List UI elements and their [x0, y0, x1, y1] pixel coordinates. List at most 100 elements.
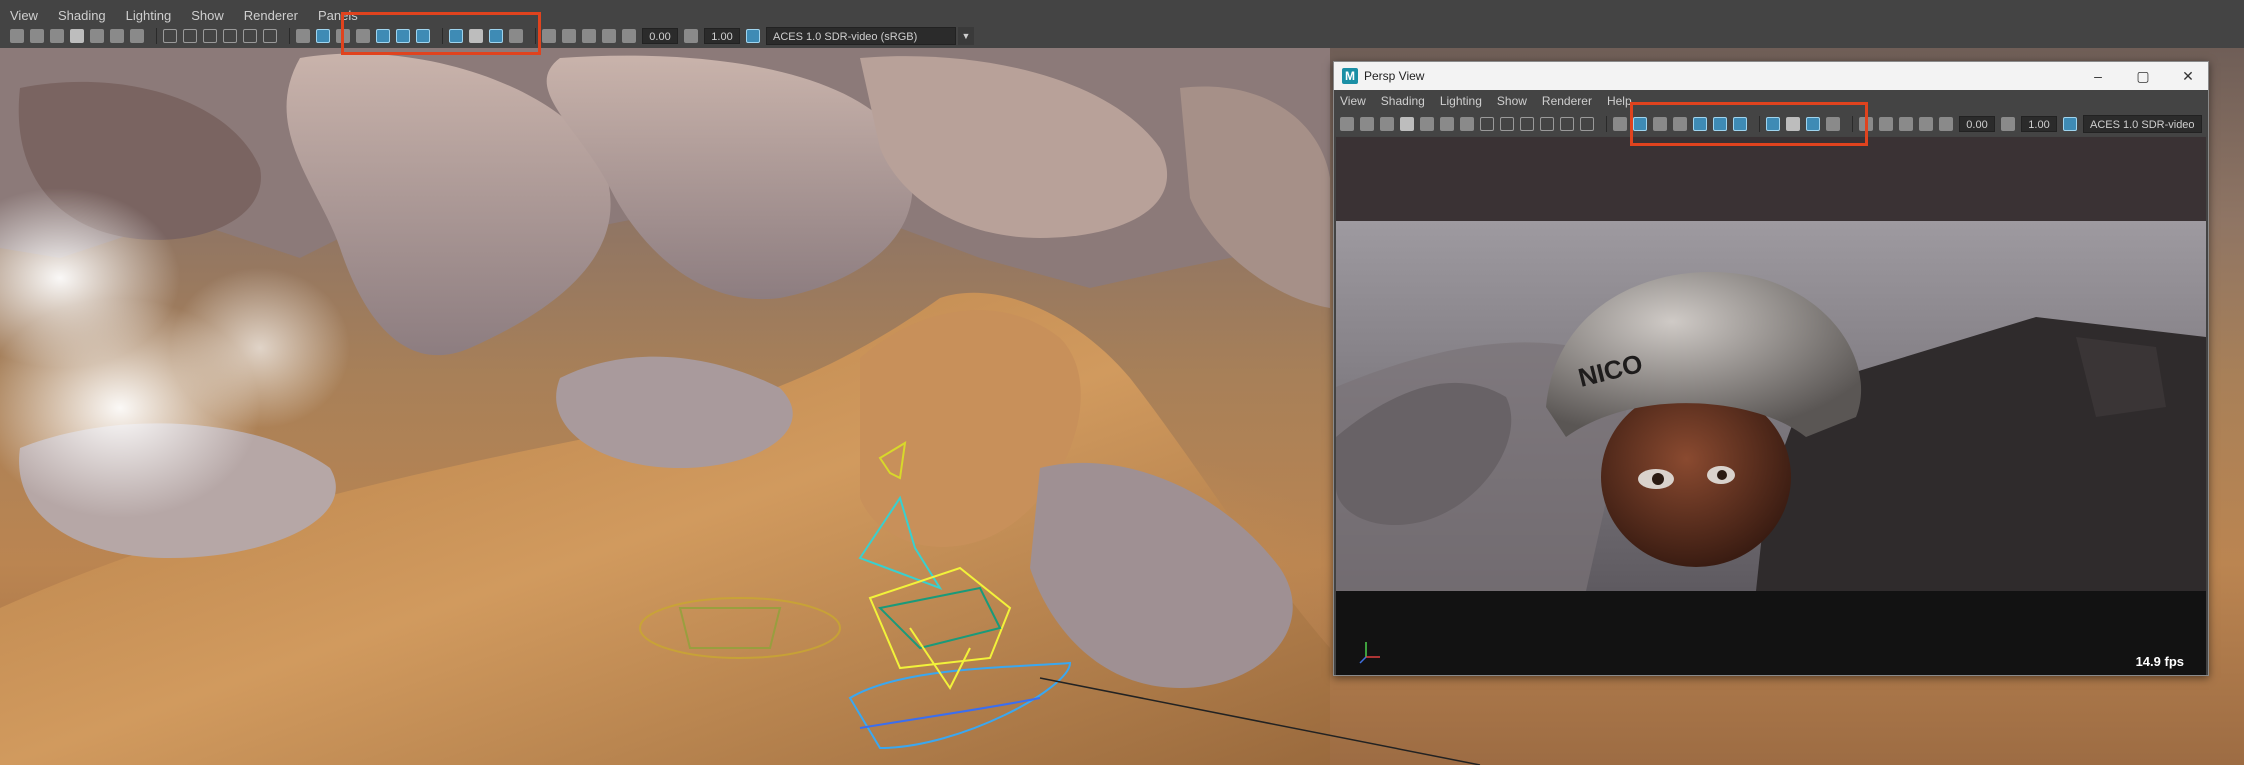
screen-space-ao-icon[interactable] [1766, 117, 1780, 131]
gate-mask-icon[interactable] [203, 29, 217, 43]
shadows-icon[interactable] [416, 29, 430, 43]
toolbar-separator [442, 28, 443, 44]
field-chart-icon[interactable] [223, 29, 237, 43]
persp-view-window: M Persp View – ▢ ✕ View Shading Lighting… [1333, 61, 2209, 676]
camera-attributes-icon[interactable] [30, 29, 44, 43]
menu-help[interactable]: Help [1607, 94, 1632, 108]
anti-aliasing-icon[interactable] [1806, 117, 1820, 131]
image-plane-icon[interactable] [1400, 117, 1414, 131]
isolate-select-icon[interactable] [542, 29, 556, 43]
resolution-gate-icon[interactable] [1500, 117, 1514, 131]
safe-action-icon[interactable] [1560, 117, 1574, 131]
use-all-lights-icon[interactable] [1713, 117, 1727, 131]
persp-3d-viewport[interactable]: NICO 14.9 fps [1336, 137, 2206, 675]
textured-icon[interactable] [376, 29, 390, 43]
persp-panel-toolbar: 0.00 1.00 ACES 1.0 SDR-video [1334, 112, 2208, 136]
menu-renderer[interactable]: Renderer [1542, 94, 1592, 108]
xray-icon[interactable] [1879, 117, 1893, 131]
menu-shading[interactable]: Shading [58, 8, 106, 23]
bookmarks-icon[interactable] [50, 29, 64, 43]
menu-view[interactable]: View [1340, 94, 1366, 108]
menu-panels[interactable]: Panels [318, 8, 358, 23]
use-default-material-icon[interactable] [336, 29, 350, 43]
xray-joints-icon[interactable] [1899, 117, 1913, 131]
camera-select-icon[interactable] [10, 29, 24, 43]
motion-blur-icon[interactable] [469, 29, 483, 43]
bookmarks-icon[interactable] [1380, 117, 1394, 131]
window-maximize-icon[interactable]: ▢ [2133, 66, 2153, 86]
persp-panel-menubar: View Shading Lighting Show Renderer Help [1334, 90, 2208, 112]
use-all-lights-icon[interactable] [396, 29, 410, 43]
isolate-select-icon[interactable] [1859, 117, 1873, 131]
grease-pencil-icon[interactable] [1440, 117, 1454, 131]
safe-action-icon[interactable] [243, 29, 257, 43]
safe-title-icon[interactable] [1580, 117, 1594, 131]
field-chart-icon[interactable] [1540, 117, 1554, 131]
menu-lighting[interactable]: Lighting [1440, 94, 1482, 108]
gamma-field[interactable]: 1.00 [2021, 116, 2057, 132]
smooth-shade-icon[interactable] [316, 29, 330, 43]
wireframe-on-shaded-icon[interactable] [356, 29, 370, 43]
gate-mask-icon[interactable] [1520, 117, 1534, 131]
color-space-select[interactable]: ACES 1.0 SDR-video [2083, 115, 2202, 133]
resolution-gate-icon[interactable] [183, 29, 197, 43]
wireframe-icon[interactable] [296, 29, 310, 43]
2d-pan-zoom-icon[interactable] [1420, 117, 1434, 131]
screen-space-ao-icon[interactable] [449, 29, 463, 43]
use-default-material-icon[interactable] [1653, 117, 1667, 131]
menu-show[interactable]: Show [191, 8, 224, 23]
depth-of-field-icon[interactable] [1826, 117, 1840, 131]
textured-icon[interactable] [1693, 117, 1707, 131]
motion-blur-icon[interactable] [1786, 117, 1800, 131]
gamma-icon [2001, 117, 2015, 131]
persp-titlebar[interactable]: M Persp View – ▢ ✕ [1334, 62, 2208, 90]
backface-culling-icon[interactable] [1919, 117, 1933, 131]
exposure-field[interactable]: 0.00 [642, 28, 678, 44]
depth-of-field-icon[interactable] [509, 29, 523, 43]
toolbar-separator [156, 28, 157, 44]
gamma-icon [684, 29, 698, 43]
film-gate-icon[interactable] [1480, 117, 1494, 131]
grid-icon[interactable] [130, 29, 144, 43]
persp-window-title: Persp View [1364, 69, 1425, 83]
color-management-icon[interactable] [746, 29, 760, 43]
persp-render: NICO [1336, 137, 2206, 675]
wireframe-on-shaded-icon[interactable] [1673, 117, 1687, 131]
exposure-field[interactable]: 0.00 [1959, 116, 1995, 132]
window-minimize-icon[interactable]: – [2088, 66, 2108, 86]
exposure-icon [622, 29, 636, 43]
anti-aliasing-icon[interactable] [489, 29, 503, 43]
gamma-field[interactable]: 1.00 [704, 28, 740, 44]
toolbar-separator [1606, 116, 1607, 132]
menu-view[interactable]: View [10, 8, 38, 23]
image-plane-icon[interactable] [70, 29, 84, 43]
toolbar-separator [1852, 116, 1853, 132]
backface-culling-icon[interactable] [602, 29, 616, 43]
smooth-shade-icon[interactable] [1633, 117, 1647, 131]
2d-pan-zoom-icon[interactable] [90, 29, 104, 43]
chevron-down-icon[interactable]: ▼ [958, 27, 974, 45]
toolbar-separator [289, 28, 290, 44]
safe-title-icon[interactable] [263, 29, 277, 43]
color-space-select[interactable]: ACES 1.0 SDR-video (sRGB) [766, 27, 956, 45]
wireframe-icon[interactable] [1613, 117, 1627, 131]
window-close-icon[interactable]: ✕ [2178, 66, 2198, 86]
exposure-icon [1939, 117, 1953, 131]
menu-shading[interactable]: Shading [1381, 94, 1425, 108]
grease-pencil-icon[interactable] [110, 29, 124, 43]
menu-lighting[interactable]: Lighting [126, 8, 172, 23]
shadows-icon[interactable] [1733, 117, 1747, 131]
xray-icon[interactable] [562, 29, 576, 43]
film-gate-icon[interactable] [163, 29, 177, 43]
color-management-icon[interactable] [2063, 117, 2077, 131]
menu-renderer[interactable]: Renderer [244, 8, 298, 23]
toolbar-separator [1759, 116, 1760, 132]
camera-attributes-icon[interactable] [1360, 117, 1374, 131]
maya-app-icon: M [1342, 68, 1358, 84]
camera-select-icon[interactable] [1340, 117, 1354, 131]
grid-icon[interactable] [1460, 117, 1474, 131]
menu-show[interactable]: Show [1497, 94, 1527, 108]
fps-counter: 14.9 fps [2135, 654, 2184, 669]
xray-joints-icon[interactable] [582, 29, 596, 43]
main-panel-toolbar: 0.00 1.00 ACES 1.0 SDR-video (sRGB) ▼ [0, 24, 2244, 48]
